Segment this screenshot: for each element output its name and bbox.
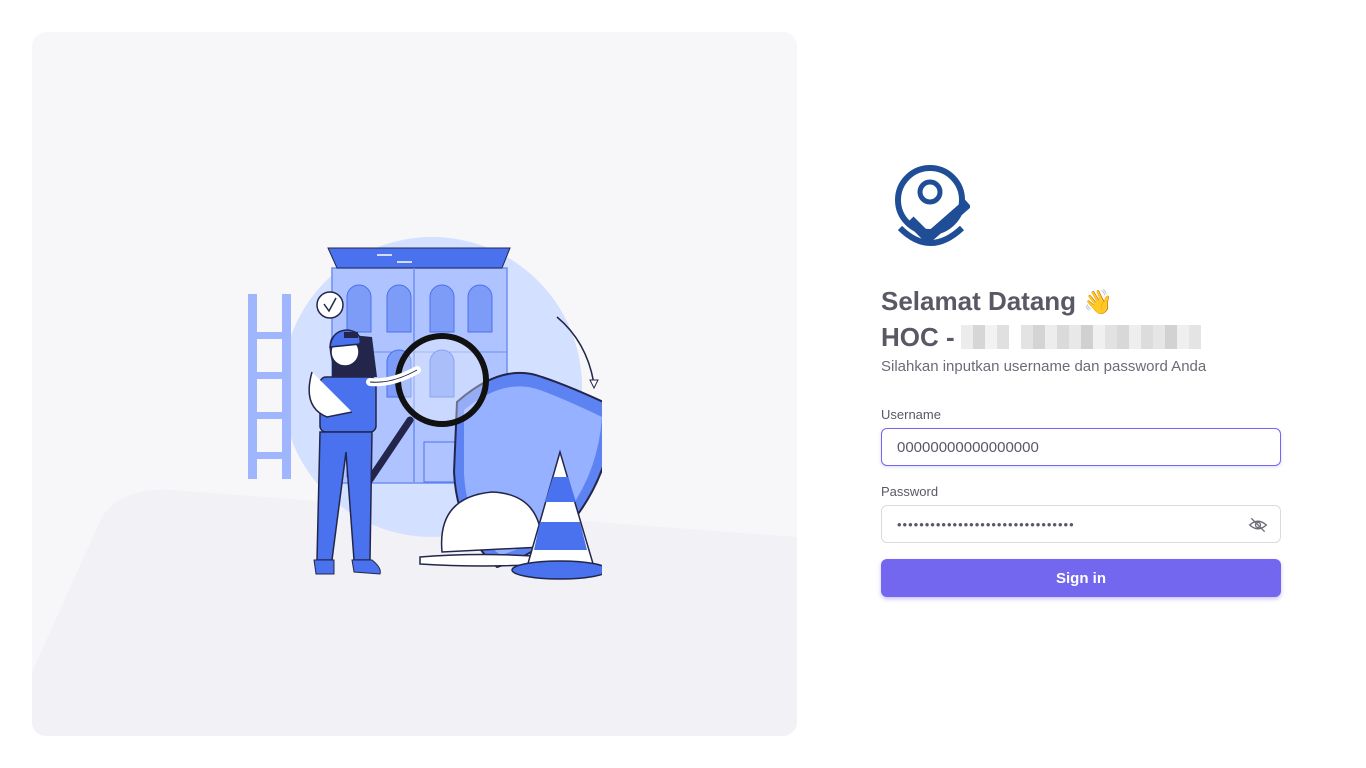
redacted-app-name	[960, 325, 1201, 349]
waving-hand-icon: 👋	[1083, 289, 1114, 316]
eye-off-icon[interactable]	[1248, 515, 1268, 535]
password-input[interactable]	[882, 506, 1252, 542]
username-label: Username	[881, 407, 941, 422]
app-name-prefix: HOC -	[881, 322, 955, 352]
password-label: Password	[881, 484, 939, 499]
app-name: HOC -	[881, 320, 1281, 354]
welcome-title: Selamat Datang 👋	[881, 284, 1281, 320]
username-input[interactable]	[882, 429, 1252, 465]
sign-in-button[interactable]: Sign in	[881, 559, 1281, 597]
welcome-title-text: Selamat Datang	[881, 286, 1077, 316]
inspection-worker-illustration	[248, 237, 602, 580]
password-field-wrapper	[881, 505, 1281, 543]
illustration-panel	[32, 32, 797, 736]
location-check-icon	[895, 165, 970, 246]
login-card: Selamat Datang 👋 HOC - Silahkan inputkan…	[881, 158, 1281, 597]
username-field-wrapper	[881, 428, 1281, 466]
login-form: Username Password Sign in	[881, 407, 1281, 597]
login-instructions: Silahkan inputkan username dan password …	[881, 358, 1207, 375]
